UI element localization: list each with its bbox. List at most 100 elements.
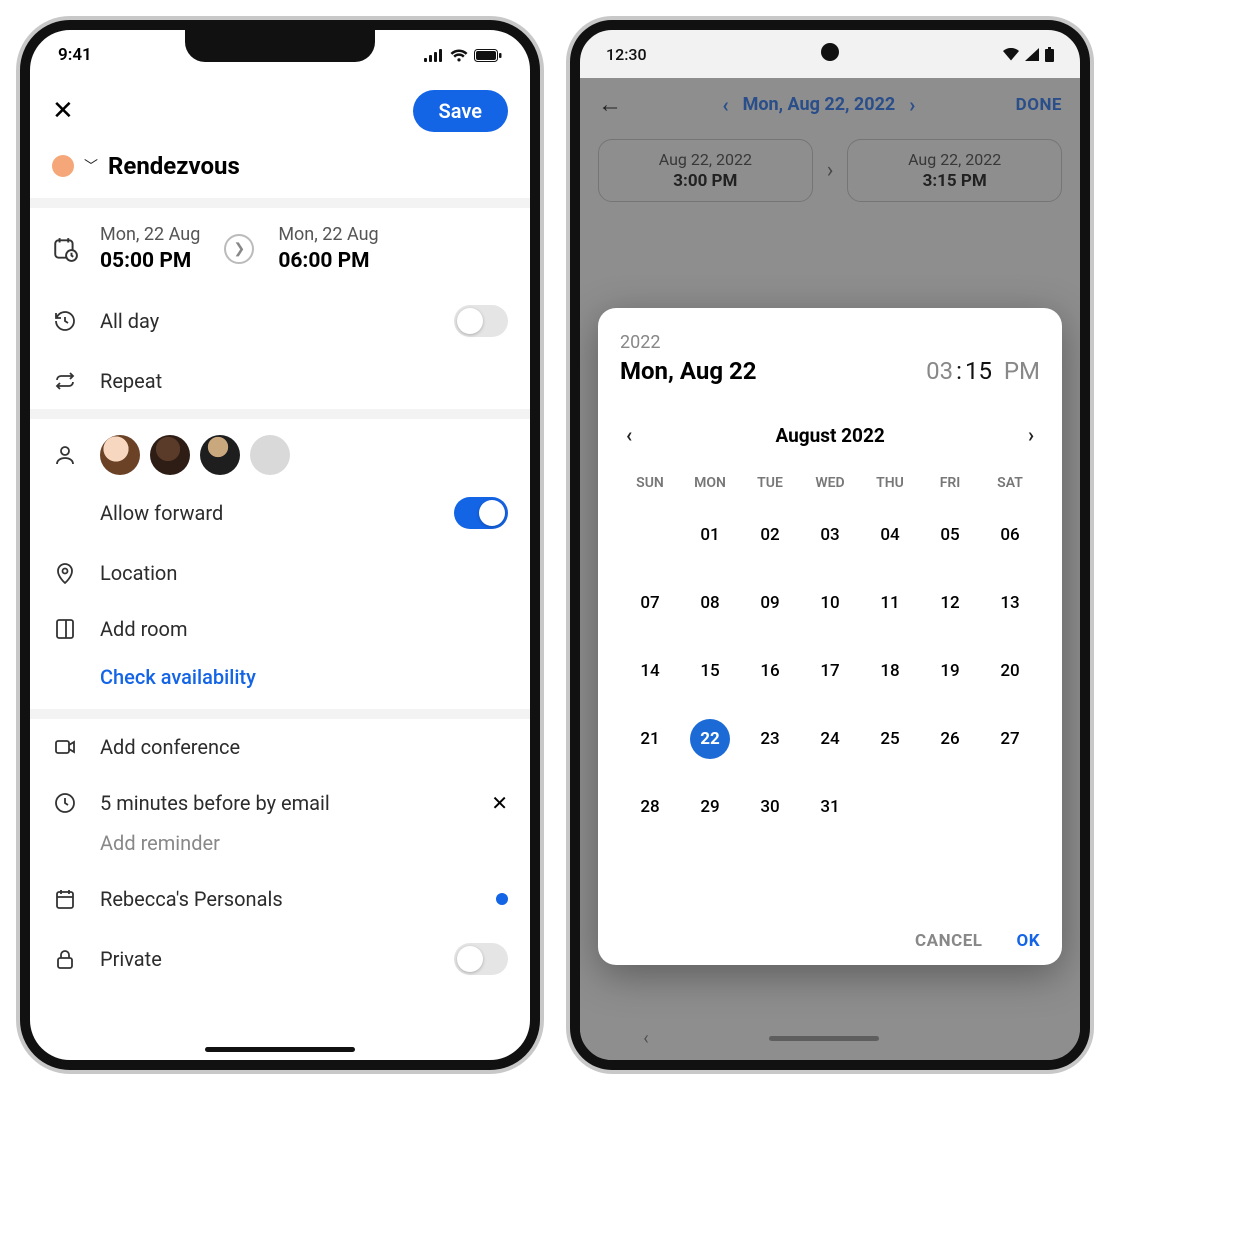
picker-year[interactable]: 2022 (620, 332, 1040, 353)
section-divider (30, 409, 530, 419)
all-day-row: All day (30, 289, 530, 353)
cancel-button[interactable]: CANCEL (915, 931, 982, 951)
calendar-day[interactable]: 01 (690, 515, 730, 555)
allow-forward-label: Allow forward (100, 501, 223, 525)
dow-label: TUE (740, 475, 800, 491)
calendar-day[interactable]: 18 (870, 651, 910, 691)
iphone-frame: 9:41 ✕ Save ﹀ Rendezvous Mon, 22 Aug (20, 20, 540, 1070)
status-indicators (1003, 47, 1054, 62)
android-screen: ← ‹ Mon, Aug 22, 2022 › DONE Aug 22, 202… (580, 78, 1080, 1060)
avatar[interactable] (100, 435, 140, 475)
calendar-day[interactable]: 05 (930, 515, 970, 555)
calendar-day[interactable]: 04 (870, 515, 910, 555)
nav-back-icon[interactable]: ‹ (643, 1028, 648, 1049)
history-icon (52, 309, 78, 333)
calendar-day[interactable]: 12 (930, 583, 970, 623)
back-icon[interactable]: ← (598, 90, 622, 119)
calendar-clock-icon (52, 236, 78, 262)
start-date-label: Aug 22, 2022 (609, 150, 802, 169)
arrow-right-icon: ❯ (224, 234, 254, 264)
calendar-day[interactable]: 14 (630, 651, 670, 691)
month-nav: ‹ August 2022 › (620, 423, 1040, 447)
calendar-day[interactable]: 03 (810, 515, 850, 555)
avatar[interactable] (150, 435, 190, 475)
calendar-day[interactable]: 23 (750, 719, 790, 759)
avatar[interactable] (200, 435, 240, 475)
calendar-day[interactable]: 31 (810, 787, 850, 827)
add-room-row[interactable]: Add room (30, 601, 530, 657)
all-day-toggle[interactable] (454, 305, 508, 337)
repeat-row[interactable]: Repeat (30, 353, 530, 409)
picker-selected-time[interactable]: 03:15 PM (926, 357, 1040, 385)
calendar-day[interactable]: 09 (750, 583, 790, 623)
calendar-day[interactable]: 29 (690, 787, 730, 827)
check-availability-row[interactable]: Check availability (30, 657, 530, 709)
time-range-row[interactable]: Mon, 22 Aug 05:00 PM ❯ Mon, 22 Aug 06:00… (30, 208, 530, 289)
modal-actions: CANCEL OK (620, 931, 1040, 951)
attendees-row[interactable] (30, 419, 530, 491)
add-conference-row[interactable]: Add conference (30, 719, 530, 775)
private-row: Private (30, 927, 530, 991)
calendar-row[interactable]: Rebecca's Personals (30, 871, 530, 927)
cellular-icon (424, 49, 444, 62)
next-month-icon[interactable]: › (1022, 423, 1040, 447)
calendar-day[interactable]: 08 (690, 583, 730, 623)
ok-button[interactable]: OK (1016, 931, 1040, 951)
calendar-day[interactable]: 27 (990, 719, 1030, 759)
calendar-day[interactable]: 28 (630, 787, 670, 827)
calendar-day[interactable]: 26 (930, 719, 970, 759)
calendar-color-dot (496, 893, 508, 905)
calendar-day[interactable]: 19 (930, 651, 970, 691)
calendar-day[interactable]: 10 (810, 583, 850, 623)
add-reminder-row[interactable]: Add reminder (30, 831, 530, 871)
calendar-day[interactable]: 17 (810, 651, 850, 691)
android-header: ← ‹ Mon, Aug 22, 2022 › DONE (580, 78, 1080, 131)
date-picker-modal: 2022 Mon, Aug 22 03:15 PM ‹ August 2022 … (598, 308, 1062, 965)
calendar-day[interactable]: 02 (750, 515, 790, 555)
end-pill[interactable]: Aug 22, 2022 3:15 PM (847, 139, 1062, 202)
save-button[interactable]: Save (413, 90, 508, 132)
calendar-empty (990, 787, 1030, 827)
start-time-label: 05:00 PM (100, 249, 200, 273)
location-icon (52, 561, 78, 585)
calendar-day[interactable]: 30 (750, 787, 790, 827)
prev-day-icon[interactable]: ‹ (722, 93, 728, 117)
end-time[interactable]: Mon, 22 Aug 06:00 PM (278, 224, 378, 273)
nav-home-icon[interactable] (769, 1036, 879, 1041)
calendar-day[interactable]: 20 (990, 651, 1030, 691)
allow-forward-row: Allow forward (30, 491, 530, 545)
time-minute: 15 (965, 357, 992, 385)
calendar-day[interactable]: 16 (750, 651, 790, 691)
dow-label: WED (800, 475, 860, 491)
repeat-label: Repeat (100, 369, 162, 393)
end-date-label: Aug 22, 2022 (858, 150, 1051, 169)
start-time[interactable]: Mon, 22 Aug 05:00 PM (100, 224, 200, 273)
calendar-icon (52, 887, 78, 911)
calendar-day[interactable]: 22 (690, 719, 730, 759)
home-indicator (205, 1047, 355, 1052)
event-title-row[interactable]: ﹀ Rendezvous (30, 146, 530, 198)
calendar-day[interactable]: 13 (990, 583, 1030, 623)
start-time-label: 3:00 PM (609, 171, 802, 191)
start-pill[interactable]: Aug 22, 2022 3:00 PM (598, 139, 813, 202)
remove-reminder-icon[interactable]: ✕ (491, 791, 508, 815)
calendar-day[interactable]: 25 (870, 719, 910, 759)
location-row[interactable]: Location (30, 545, 530, 601)
done-button[interactable]: DONE (1016, 95, 1062, 115)
calendar-day[interactable]: 07 (630, 583, 670, 623)
prev-month-icon[interactable]: ‹ (620, 423, 638, 447)
calendar-day[interactable]: 15 (690, 651, 730, 691)
calendar-day[interactable]: 21 (630, 719, 670, 759)
wifi-icon (1003, 48, 1019, 61)
close-icon[interactable]: ✕ (52, 96, 74, 126)
calendar-day[interactable]: 24 (810, 719, 850, 759)
status-time: 9:41 (58, 45, 92, 65)
avatar[interactable] (250, 435, 290, 475)
calendar-empty (870, 787, 910, 827)
calendar-day[interactable]: 11 (870, 583, 910, 623)
next-day-icon[interactable]: › (909, 93, 915, 117)
private-toggle[interactable] (454, 943, 508, 975)
check-availability-link[interactable]: Check availability (100, 665, 256, 689)
calendar-day[interactable]: 06 (990, 515, 1030, 555)
allow-forward-toggle[interactable] (454, 497, 508, 529)
